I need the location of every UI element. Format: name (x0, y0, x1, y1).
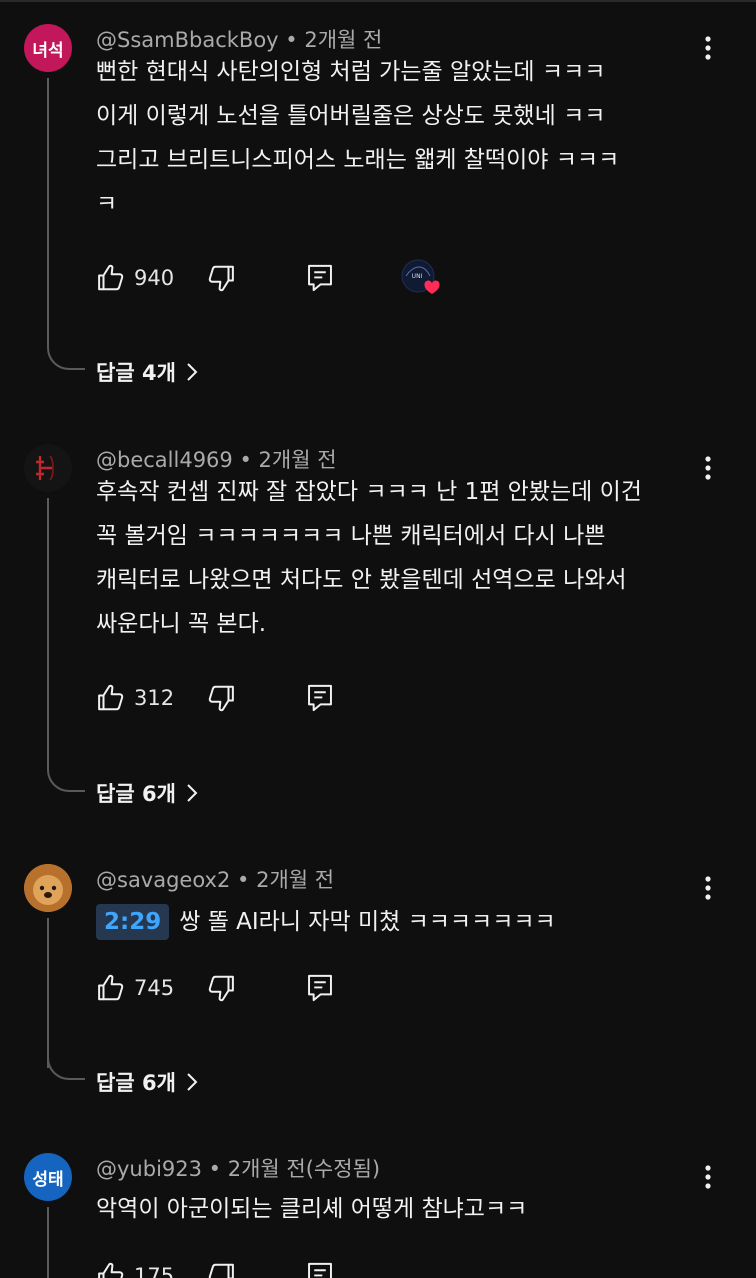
like-count: 940 (134, 266, 175, 290)
comment: 성태 @yubi923 • 2개월 전(수정됨) 악역이 아군이되는 클리셰 어… (0, 1129, 756, 1278)
thread-line (47, 918, 49, 1068)
reply-button[interactable] (306, 258, 334, 298)
thumbs-up-icon (98, 684, 124, 711)
thread-line (47, 498, 49, 770)
replies-label: 답글 6개 (96, 782, 176, 806)
chevron-right-icon (187, 363, 198, 381)
dislike-button[interactable] (206, 678, 236, 718)
comment-text-line: 그리고 브리트니스피어스 노래는 왧케 찰떡이야 ㅋㅋㅋ (96, 147, 620, 173)
comment-author[interactable]: @becall4969 (96, 448, 233, 472)
like-button[interactable]: 745 (96, 968, 174, 1008)
thumbs-up-icon (98, 974, 124, 1001)
avatar-logo-icon (24, 444, 72, 492)
dislike-button[interactable] (206, 968, 236, 1008)
like-count: 312 (134, 686, 175, 710)
comment-text-line: ㅋ (96, 191, 118, 217)
comment-author[interactable]: @yubi923 (96, 1157, 202, 1181)
avatar[interactable]: 성태 (24, 1153, 72, 1201)
avatar[interactable] (24, 444, 72, 492)
avatar[interactable]: 녀석 (24, 24, 72, 72)
comment-text-line: 꼭 볼거임 ㅋㅋㅋㅋㅋㅋㅋ 나쁜 캐릭터에서 다시 나쁜 (96, 523, 606, 549)
more-vertical-icon (705, 1165, 711, 1189)
view-replies-button[interactable]: 답글 6개 (96, 1062, 198, 1102)
comment-meta: @yubi923 • 2개월 전(수정됨) (96, 1153, 380, 1183)
comment-text-line: 이게 이렇게 노선을 틀어버릴줄은 상상도 못했네 ㅋㅋ (96, 103, 606, 129)
creator-heart-icon: UNI (401, 259, 440, 294)
meta-separator: • (208, 1157, 228, 1181)
comment: @savageox2 • 2개월 전 2:29 쌍 똘 AI라니 자막 미쳤 ㅋㅋ… (0, 840, 756, 1120)
creator-heart: UNI (400, 258, 444, 298)
dog-avatar-icon (24, 864, 72, 912)
comment-actions: 312 (96, 678, 696, 718)
avatar-initials: 성태 (32, 1169, 64, 1190)
more-vertical-icon (705, 876, 711, 900)
reply-comment-icon (308, 974, 332, 1002)
avatar-initials: 녀석 (32, 40, 64, 61)
svg-text:UNI: UNI (412, 273, 423, 280)
avatar[interactable] (24, 864, 72, 912)
timestamp-link[interactable]: 2:29 (96, 904, 170, 940)
reply-comment-icon (308, 684, 332, 712)
chevron-right-icon (187, 1073, 198, 1091)
comment-text-line: 악역이 아군이되는 클리셰 어떻게 참냐고ㅋㅋ (96, 1196, 528, 1222)
comment: 녀석 @SsamBbackBoy • 2개월 전 뻔한 현대식 사탄의인형 처럼… (0, 0, 756, 400)
comment-text: 악역이 아군이되는 클리셰 어떻게 참냐고ㅋㅋ (96, 1187, 706, 1231)
comment: @becall4969 • 2개월 전 후속작 컨셉 진짜 잘 잡았다 ㅋㅋㅋ … (0, 420, 756, 830)
like-button[interactable]: 940 (96, 258, 174, 298)
comment-author[interactable]: @savageox2 (96, 868, 230, 892)
comment-actions: 745 (96, 968, 696, 1008)
reply-button[interactable] (306, 968, 334, 1008)
comment-text: 후속작 컨셉 진짜 잘 잡았다 ㅋㅋㅋ 난 1편 안봤는데 이건 꼭 볼거임 ㅋ… (96, 470, 706, 646)
meta-separator: • (239, 448, 259, 472)
thumbs-down-icon (208, 265, 234, 292)
like-button[interactable]: 312 (96, 678, 174, 718)
meta-separator: • (237, 868, 257, 892)
thread-line (47, 1207, 49, 1278)
replies-label: 답글 4개 (96, 361, 176, 385)
comment-time: 2개월 전 (256, 868, 335, 892)
like-count: 745 (134, 976, 175, 1000)
thumbs-up-icon (98, 264, 124, 291)
thumbs-up-icon (98, 1262, 124, 1278)
like-count: 175 (134, 1264, 175, 1278)
reply-comment-icon (308, 264, 332, 292)
thread-curve (47, 348, 85, 370)
comment-actions: 175 (96, 1256, 696, 1278)
comment-author[interactable]: @SsamBbackBoy (96, 28, 279, 52)
thread-curve (47, 1058, 85, 1080)
comment-time: 2개월 전 (304, 28, 383, 52)
comment-actions: 940 UNI (96, 258, 696, 298)
comment-time: 2개월 전(수정됨) (227, 1157, 381, 1181)
reply-comment-icon (308, 1262, 332, 1278)
view-replies-button[interactable]: 답글 4개 (96, 352, 198, 392)
comment-text: 2:29 쌍 똘 AI라니 자막 미쳤 ㅋㅋㅋㅋㅋㅋㅋ (96, 900, 706, 944)
comment-time: 2개월 전 (258, 448, 337, 472)
reply-button[interactable] (306, 678, 334, 718)
thumbs-down-icon (208, 1263, 234, 1278)
like-button[interactable]: 175 (96, 1256, 174, 1278)
view-replies-button[interactable]: 답글 6개 (96, 773, 198, 813)
replies-label: 답글 6개 (96, 1071, 176, 1095)
thumbs-down-icon (208, 975, 234, 1002)
thumbs-down-icon (208, 685, 234, 712)
thread-line (47, 78, 49, 348)
chevron-right-icon (187, 784, 198, 802)
comment-text-line: 싸운다니 꼭 본다. (96, 611, 267, 637)
meta-separator: • (285, 28, 305, 52)
thread-curve (47, 770, 85, 792)
comment-text-line: 후속작 컨셉 진짜 잘 잡았다 ㅋㅋㅋ 난 1편 안봤는데 이건 (96, 479, 642, 505)
comment-text: 뻔한 현대식 사탄의인형 처럼 가는줄 알았는데 ㅋㅋㅋ 이게 이렇게 노선을 … (96, 50, 706, 226)
comment-text-line: 쌍 똘 AI라니 자막 미쳤 ㅋㅋㅋㅋㅋㅋㅋ (179, 909, 556, 935)
comment-meta: @savageox2 • 2개월 전 (96, 864, 334, 894)
comment-text-line: 캐릭터로 나왔으면 처다도 안 봤을텐데 선역으로 나와서 (96, 567, 627, 593)
dislike-button[interactable] (206, 258, 236, 298)
dislike-button[interactable] (206, 1256, 236, 1278)
comment-text-line: 뻔한 현대식 사탄의인형 처럼 가는줄 알았는데 ㅋㅋㅋ (96, 59, 606, 85)
reply-button[interactable] (306, 1256, 334, 1278)
